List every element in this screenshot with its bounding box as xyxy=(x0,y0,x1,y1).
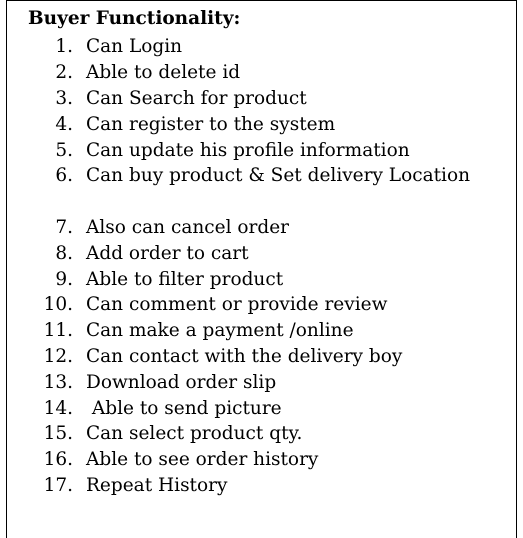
list-item-number: 4. xyxy=(55,113,73,135)
list-item: 15. Can select product qty. xyxy=(7,421,516,447)
list-item-text: Can contact with the delivery boy xyxy=(86,345,403,367)
list-item-text: Add order to cart xyxy=(86,242,249,264)
list-item: 17. Repeat History xyxy=(7,473,516,499)
list-item-number: 1. xyxy=(55,36,73,58)
list-item-text: Also can cancel order xyxy=(86,216,290,238)
list-item-number: 14. xyxy=(43,397,73,419)
list-item-number: 7. xyxy=(55,216,73,238)
list-item-text: Download order slip xyxy=(86,371,277,393)
list-item: 4. Can register to the system xyxy=(7,111,516,137)
list-item-text: Can select product qty. xyxy=(86,423,303,445)
list-item: 16. Able to see order history xyxy=(7,447,516,473)
functionality-list: 1. Can Login 2. Able to delete id 3. Can… xyxy=(7,34,516,498)
list-item-number: 3. xyxy=(55,87,73,109)
list-item: 1. Can Login xyxy=(7,34,516,60)
list-item-number: 16. xyxy=(43,449,73,471)
list-item: 10. Can comment or provide review xyxy=(7,292,516,318)
list-item-number: 5. xyxy=(55,139,73,161)
list-item-number: 8. xyxy=(55,242,73,264)
list-item-number: 6. xyxy=(55,165,73,187)
document-frame: Buyer Functionality: 1. Can Login 2. Abl… xyxy=(6,0,517,538)
section-title: Buyer Functionality: xyxy=(28,8,241,29)
list-item: 9. Able to filter product xyxy=(7,266,516,292)
list-item-text: Able to see order history xyxy=(86,449,319,471)
list-item-text: Can make a payment /online xyxy=(86,320,354,342)
list-item-text: Can buy product & Set delivery Location xyxy=(86,165,471,187)
list-item: 3. Can Search for product xyxy=(7,86,516,112)
list-item-text: Can Login xyxy=(86,36,183,58)
list-item: 12. Can contact with the delivery boy xyxy=(7,344,516,370)
list-item-text: Able to send picture xyxy=(86,397,282,419)
list-item-number: 10. xyxy=(43,294,73,316)
list-item-text: Able to filter product xyxy=(86,268,284,290)
list-item-text: Can update his profile information xyxy=(86,139,410,161)
list-item: 6. Can buy product & Set delivery Locati… xyxy=(7,163,516,189)
list-item: 13. Download order slip xyxy=(7,369,516,395)
list-item-number: 17. xyxy=(43,474,73,496)
list-item: 8. Add order to cart xyxy=(7,240,516,266)
list-item-number: 12. xyxy=(43,345,73,367)
list-item-text: Can register to the system xyxy=(86,113,336,135)
list-item: 11. Can make a payment /online xyxy=(7,318,516,344)
list-item: 14. Able to send picture xyxy=(7,395,516,421)
list-item-number: 11. xyxy=(43,320,73,342)
list-item-number: 15. xyxy=(43,423,73,445)
list-item-number: 2. xyxy=(55,62,73,84)
list-item: 2. Able to delete id xyxy=(7,60,516,86)
list-item-text: Can Search for product xyxy=(86,87,307,109)
list-item-text: Can comment or provide review xyxy=(86,294,388,316)
list-item-text: Repeat History xyxy=(86,474,228,496)
list-item: 5. Can update his profile information xyxy=(7,137,516,163)
list-item-number: 13. xyxy=(43,371,73,393)
list-item-number: 9. xyxy=(55,268,73,290)
list-item: 7. Also can cancel order xyxy=(7,215,516,241)
list-item-text: Able to delete id xyxy=(86,62,241,84)
